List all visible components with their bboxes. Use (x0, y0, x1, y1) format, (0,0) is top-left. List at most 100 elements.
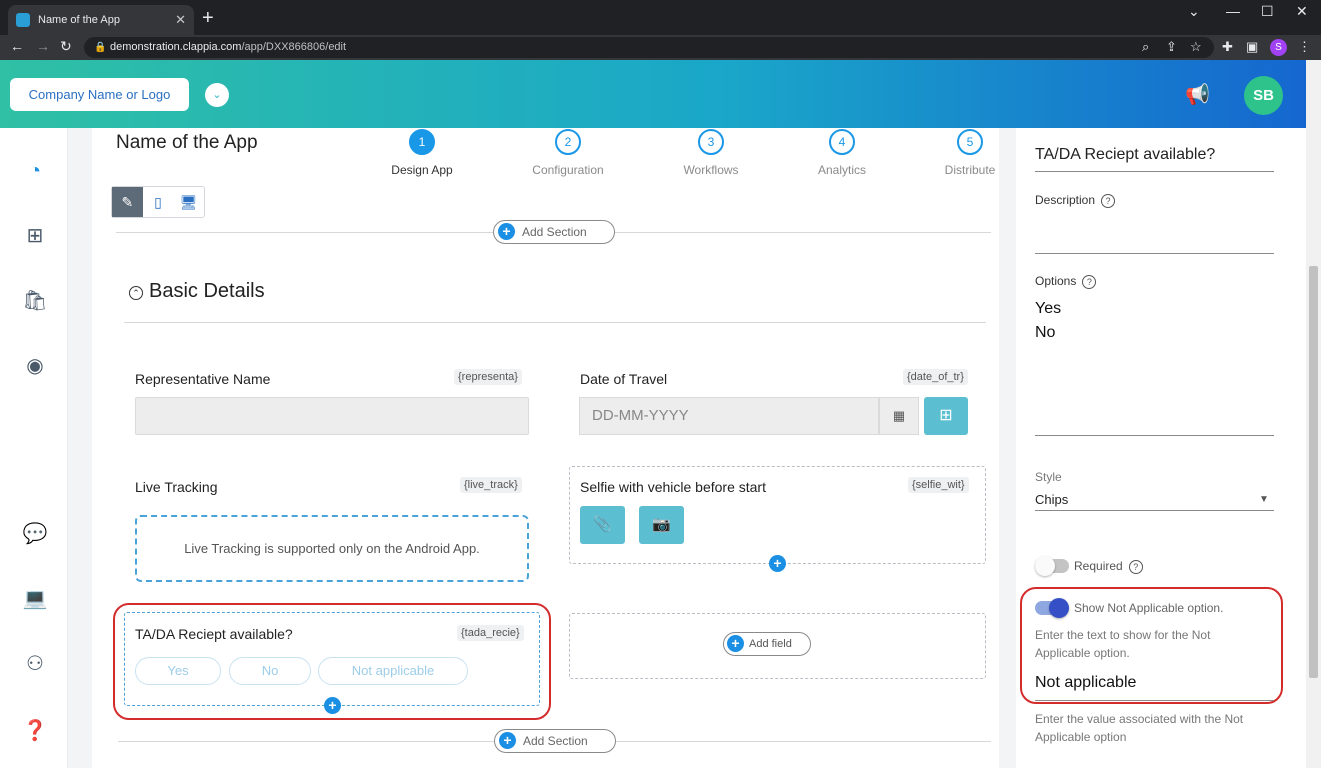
app-title: Name of the App (116, 132, 258, 153)
variable-tag: {representa} (454, 369, 522, 385)
editor-canvas: Name of the App 1 Design App 2 Configura… (68, 128, 1016, 768)
field-label: TA/DA Reciept available? (135, 626, 293, 642)
help-icon[interactable]: ? (1101, 194, 1116, 208)
chip-yes[interactable]: Yes (135, 657, 221, 685)
add-field-button[interactable]: + Add field (723, 632, 811, 656)
zoom-icon[interactable]: ⌕ (1142, 39, 1149, 55)
divider (124, 322, 986, 323)
description-label: Description? (1035, 193, 1116, 208)
page-scrollbar[interactable] (1306, 60, 1321, 768)
add-app-icon[interactable]: ⊞ (22, 223, 48, 249)
option-item[interactable]: No (1035, 324, 1055, 342)
step-design-app[interactable]: 1 Design App (362, 129, 482, 177)
dropdown-arrow-icon[interactable]: ▼ (1259, 494, 1269, 505)
collapse-icon[interactable]: ⌃ (129, 286, 143, 300)
help-icon[interactable]: ❓ (22, 718, 48, 744)
app-header: Company Name or Logo ⌄ 📢 SB (0, 60, 1306, 128)
url-path: /app/DXX866806/edit (241, 41, 347, 53)
app-favicon-icon (16, 13, 30, 27)
back-icon[interactable]: ← (10, 38, 24, 54)
style-label: Style (1035, 470, 1062, 484)
help-icon[interactable]: ? (1082, 275, 1097, 289)
chat-icon[interactable]: 💬 (22, 521, 48, 547)
reload-icon[interactable]: ↻ (60, 38, 72, 55)
live-tracking-message: Live Tracking is supported only on the A… (135, 515, 529, 582)
options-input[interactable] (1035, 435, 1274, 436)
window-close-icon[interactable]: ✕ (1296, 3, 1308, 20)
chevron-down-icon[interactable]: ⌄ (1188, 3, 1200, 20)
variable-tag: {tada_recie} (457, 625, 524, 641)
step-distribute[interactable]: 5 Distribute (910, 129, 1030, 177)
chip-no[interactable]: No (229, 657, 311, 685)
bookmark-star-icon[interactable]: ☆ (1190, 39, 1202, 55)
browser-toolbar: ← → ↻ 🔒 demonstration.clappia.com/app/DX… (0, 35, 1321, 60)
scrollbar-thumb[interactable] (1309, 266, 1318, 678)
required-toggle[interactable] (1035, 556, 1069, 576)
dashboard-icon[interactable]: ◔ (22, 158, 48, 184)
underline (1035, 700, 1274, 701)
date-input[interactable]: DD-MM-YYYY (579, 397, 879, 435)
mobile-view-icon[interactable]: ▯ (143, 187, 174, 217)
show-not-applicable-toggle[interactable] (1035, 598, 1069, 618)
browser-menu-icon[interactable]: ⋮ (1298, 39, 1311, 55)
field-label: Live Tracking (135, 479, 218, 495)
style-select[interactable]: Chips (1035, 492, 1068, 507)
underline (1035, 510, 1274, 511)
toggle-knob (1049, 598, 1069, 618)
desktop-view-icon[interactable]: 🖥 (173, 187, 204, 217)
options-label-text: Options (1035, 274, 1077, 288)
extensions-icon[interactable]: ✚ (1222, 39, 1233, 55)
attach-icon[interactable]: 📎 (580, 506, 625, 544)
calendar-icon[interactable]: ▦ (879, 397, 919, 435)
forward-icon[interactable]: → (36, 38, 50, 54)
variable-tag: {date_of_tr} (903, 369, 968, 385)
underline (1035, 171, 1274, 172)
toggle-knob (1035, 556, 1055, 576)
edit-view-icon[interactable]: ✎ (112, 187, 143, 217)
variable-tag: {selfie_wit} (908, 477, 969, 493)
new-tab-icon[interactable]: + (202, 7, 214, 30)
workspace-icon[interactable]: 💻 (22, 586, 48, 612)
step-workflows[interactable]: 3 Workflows (651, 129, 771, 177)
chip-not-applicable[interactable]: Not applicable (318, 657, 468, 685)
description-label-text: Description (1035, 193, 1096, 207)
representative-name-input[interactable] (135, 397, 529, 435)
plus-icon: + (499, 732, 516, 749)
maximize-icon[interactable]: ☐ (1261, 3, 1274, 20)
lock-icon: 🔒 (94, 42, 107, 53)
step-configuration[interactable]: 2 Configuration (508, 129, 628, 177)
description-input[interactable] (1035, 253, 1274, 254)
na-text-help: Enter the text to show for the Not Appli… (1035, 628, 1211, 660)
calendar-button-icon[interactable]: ⊞ (924, 397, 968, 435)
field-label: Selfie with vehicle before start (580, 479, 766, 495)
plus-icon: + (727, 635, 744, 652)
minimize-icon[interactable]: — (1226, 3, 1240, 19)
editor-panel: Name of the App 1 Design App 2 Configura… (92, 128, 999, 768)
share-icon[interactable]: ⇪ (1166, 39, 1177, 55)
sidepanel-icon[interactable]: ▣ (1246, 39, 1258, 55)
plus-icon: + (498, 223, 515, 240)
address-bar[interactable]: 🔒 demonstration.clappia.com/app/DXX86680… (84, 37, 1214, 58)
app-store-icon[interactable]: 🛍 (22, 288, 48, 314)
close-tab-icon[interactable]: ✕ (175, 12, 186, 28)
option-item[interactable]: Yes (1035, 300, 1061, 318)
help-icon[interactable]: ? (1128, 560, 1143, 574)
company-logo-button[interactable]: Company Name or Logo (10, 78, 189, 111)
megaphone-icon[interactable]: 📢 (1185, 82, 1210, 107)
camera-icon[interactable]: 📷 (639, 506, 684, 544)
user-avatar[interactable]: SB (1244, 76, 1283, 115)
step-analytics[interactable]: 4 Analytics (782, 129, 902, 177)
org-chart-icon[interactable]: ⚇ (22, 651, 48, 677)
step-label: Configuration (532, 163, 604, 177)
add-section-button[interactable]: + Add Section (493, 220, 615, 244)
field-title-input[interactable]: TA/DA Reciept available? (1035, 146, 1215, 164)
view-toggle: ✎ ▯ 🖥 (111, 186, 205, 218)
add-below-icon[interactable]: + (769, 555, 786, 572)
chevron-down-icon[interactable]: ⌄ (205, 83, 229, 107)
add-below-icon[interactable]: + (324, 697, 341, 714)
add-section-button[interactable]: + Add Section (494, 729, 616, 753)
teams-icon[interactable]: ◉ (22, 353, 48, 379)
browser-tab[interactable]: Name of the App ✕ (8, 5, 194, 35)
browser-profile-avatar[interactable]: S (1270, 39, 1287, 56)
na-text-input[interactable]: Not applicable (1035, 674, 1136, 692)
